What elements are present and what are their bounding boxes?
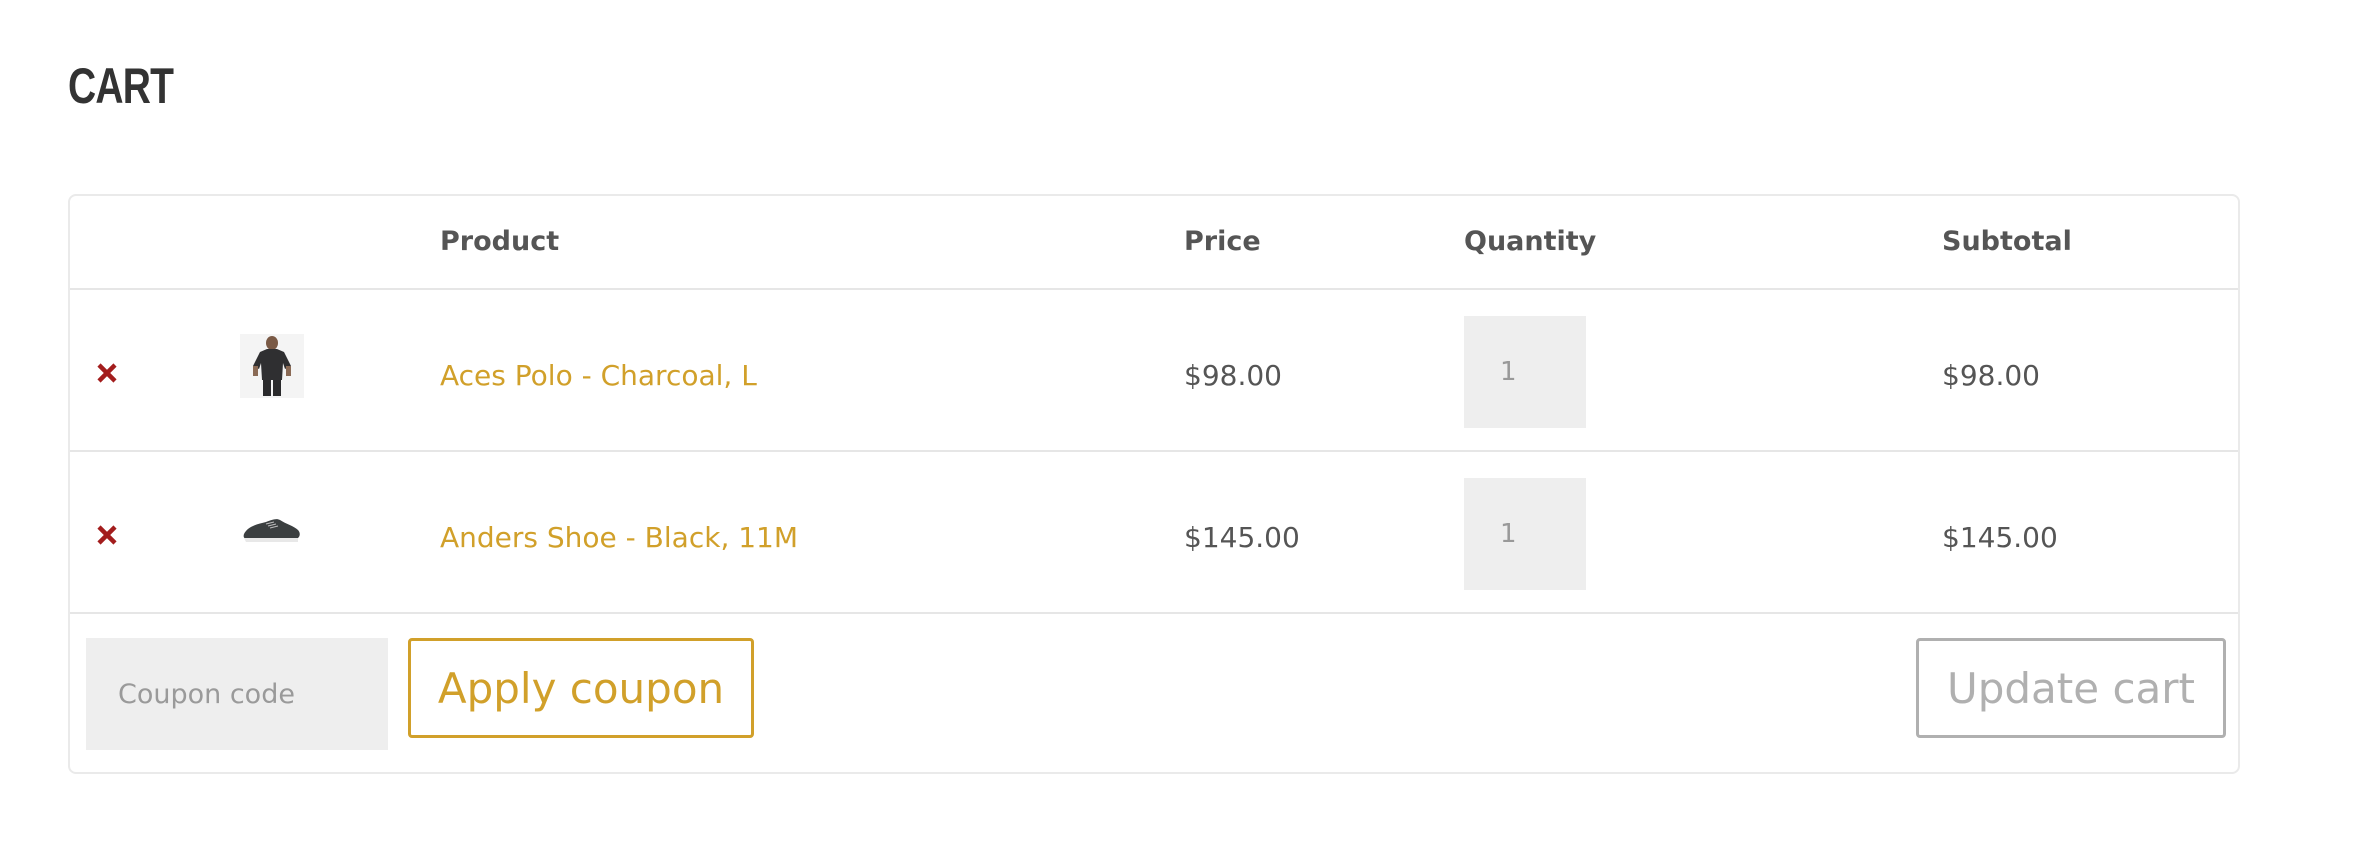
- update-cart-button[interactable]: Update cart: [1916, 638, 2226, 738]
- subtotal-value: $98.00: [1942, 359, 2040, 392]
- divider: [70, 612, 2238, 614]
- header-product: Product: [440, 226, 560, 257]
- price-value: $98.00: [1184, 359, 1282, 392]
- cart-table: Product Price Quantity Subtotal Aces Pol…: [68, 194, 2240, 774]
- divider: [70, 288, 2238, 290]
- price-value: $145.00: [1184, 521, 1300, 554]
- page-title: CART: [68, 58, 174, 114]
- remove-x-icon[interactable]: [96, 362, 118, 384]
- quantity-input[interactable]: [1464, 316, 1586, 428]
- remove-x-icon[interactable]: [96, 524, 118, 546]
- product-link[interactable]: Aces Polo - Charcoal, L: [440, 360, 757, 392]
- header-quantity: Quantity: [1464, 226, 1597, 257]
- quantity-input[interactable]: [1464, 478, 1586, 590]
- shoe-thumbnail[interactable]: [240, 496, 304, 560]
- divider: [70, 450, 2238, 452]
- coupon-code-input[interactable]: [86, 638, 388, 750]
- subtotal-value: $145.00: [1942, 521, 2058, 554]
- product-link[interactable]: Anders Shoe - Black, 11M: [440, 522, 798, 554]
- apply-coupon-button[interactable]: Apply coupon: [408, 638, 754, 738]
- header-subtotal: Subtotal: [1942, 226, 2072, 257]
- polo-shirt-thumbnail[interactable]: [240, 334, 304, 398]
- header-price: Price: [1184, 226, 1261, 257]
